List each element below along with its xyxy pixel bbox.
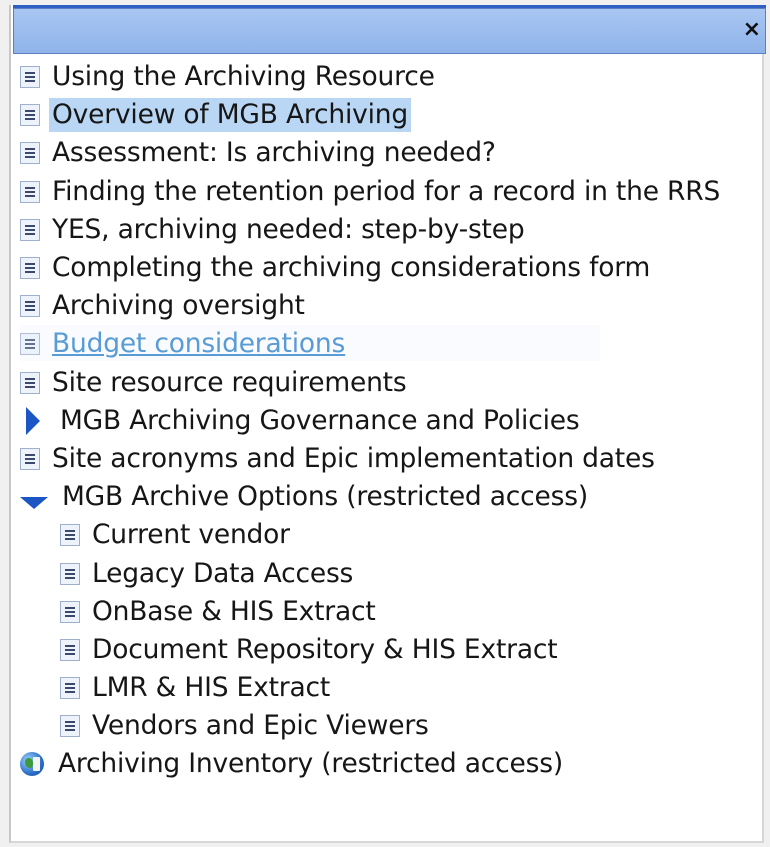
tree-item-considerations-form[interactable]: Completing the archiving considerations … [20,249,760,287]
tree-item-label: OnBase & HIS Extract [92,595,376,627]
tree-item-link-label[interactable]: Budget considerations [52,327,345,361]
tree-item-label: Legacy Data Access [92,557,354,589]
document-icon [60,677,80,700]
tree-item-budget-considerations[interactable]: Budget considerations [20,325,760,363]
tree-item-assessment[interactable]: Assessment: Is archiving needed? [20,134,760,172]
expand-arrow-icon[interactable] [26,406,40,435]
titlebar-accent-line [13,5,766,8]
tree-item-label: Archiving oversight [52,290,305,322]
tree-item-label: Site acronyms and Epic implementation da… [52,442,655,474]
tree-item-site-resource-requirements[interactable]: Site resource requirements [20,364,760,402]
tree-item-label: MGB Archiving Governance and Policies [60,404,580,436]
globe-page-icon [20,752,44,777]
tree-item-current-vendor[interactable]: Current vendor [20,516,760,554]
tree-item-label: LMR & HIS Extract [92,672,331,704]
document-icon [60,638,80,661]
tree-item-overview-mgb-archiving[interactable]: Overview of MGB Archiving [20,96,760,134]
tree-folder-archive-options[interactable]: MGB Archive Options (restricted access) [20,478,760,516]
document-icon [20,371,40,394]
tree-item-onbase-his-extract[interactable]: OnBase & HIS Extract [20,593,760,631]
close-button[interactable]: × [743,19,761,41]
tree-item-label: Document Repository & HIS Extract [92,633,558,665]
document-icon [20,104,40,127]
document-icon [20,257,40,280]
document-icon [20,218,40,241]
panel-titlebar: × [13,5,766,54]
tree-item-label: Current vendor [92,519,290,551]
document-icon [20,66,40,89]
tree-item-site-acronyms[interactable]: Site acronyms and Epic implementation da… [20,440,760,478]
tree-item-label: YES, archiving needed: step-by-step [52,213,525,245]
tree-item-using-archiving-resource[interactable]: Using the Archiving Resource [20,58,760,96]
tree-folder-governance-policies[interactable]: MGB Archiving Governance and Policies [20,402,760,440]
tree-item-label: Vendors and Epic Viewers [92,710,429,742]
tree-item-archiving-inventory[interactable]: Archiving Inventory (restricted access) [20,745,760,783]
tree-item-label: Using the Archiving Resource [52,61,435,93]
document-icon [60,600,80,623]
tree-item-step-by-step[interactable]: YES, archiving needed: step-by-step [20,211,760,249]
tree-item-label: Overview of MGB Archiving [49,98,411,133]
tree-item-lmr-his-extract[interactable]: LMR & HIS Extract [20,669,760,707]
tree-item-archiving-oversight[interactable]: Archiving oversight [20,287,760,325]
document-icon [60,715,80,738]
tree-item-legacy-data-access[interactable]: Legacy Data Access [20,554,760,592]
tree-item-label: Completing the archiving considerations … [52,252,651,284]
tree-item-label: MGB Archive Options (restricted access) [62,481,589,513]
document-icon [20,333,40,356]
document-icon [20,180,40,203]
tree-item-retention-period[interactable]: Finding the retention period for a recor… [20,173,760,211]
tree-item-label: Assessment: Is archiving needed? [52,137,496,169]
tree-item-vendors-epic-viewers[interactable]: Vendors and Epic Viewers [20,707,760,745]
tree-item-label: Site resource requirements [52,366,407,398]
document-icon [60,524,80,547]
document-icon [20,142,40,165]
document-icon [20,447,40,470]
document-icon [60,562,80,585]
collapse-arrow-icon[interactable] [20,497,48,510]
toc-tree: Using the Archiving Resource Overview of… [20,58,760,784]
document-icon [20,295,40,318]
tree-item-label: Finding the retention period for a recor… [52,175,721,207]
tree-item-document-repository[interactable]: Document Repository & HIS Extract [20,631,760,669]
tree-item-label: Archiving Inventory (restricted access) [58,748,564,780]
